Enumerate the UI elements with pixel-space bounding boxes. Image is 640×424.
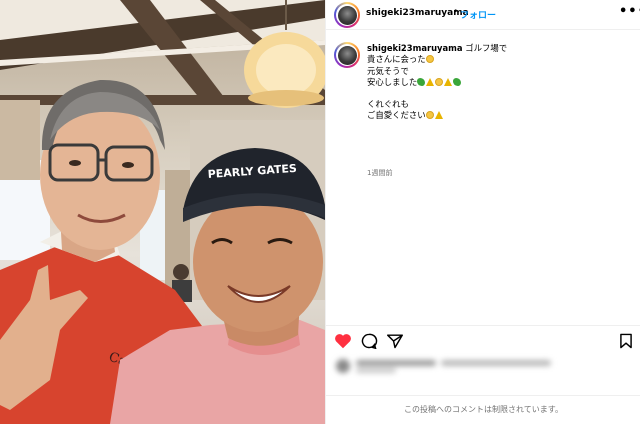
clover-emoji-icon bbox=[417, 77, 426, 86]
sparkle-emoji-icon bbox=[444, 77, 453, 86]
smile-emoji-icon bbox=[435, 77, 444, 86]
heart-filled-icon[interactable] bbox=[334, 333, 352, 349]
bookmark-icon[interactable] bbox=[618, 333, 636, 349]
blurred-likes-row bbox=[336, 357, 636, 375]
smile-emoji-icon bbox=[425, 55, 434, 64]
caption-line-2: 貴さんに会った bbox=[367, 54, 426, 65]
sparkle-emoji-icon bbox=[434, 111, 443, 120]
follow-button[interactable]: フォロー bbox=[460, 8, 496, 21]
caption-line-4: 安心しました bbox=[367, 76, 418, 87]
post-side-panel: shigeki23maruyama • フォロー ••• shigeki23ma… bbox=[325, 0, 640, 424]
post-photo[interactable]: Callaway PEARLY GATES bbox=[0, 0, 325, 424]
smile-emoji-icon bbox=[425, 111, 434, 120]
sparkle-emoji-icon bbox=[426, 77, 435, 86]
action-bar bbox=[326, 325, 640, 355]
share-icon[interactable] bbox=[386, 333, 404, 349]
avatar[interactable] bbox=[334, 2, 360, 28]
caption-line-5: くれぐれも bbox=[367, 99, 409, 110]
header-separator: • bbox=[453, 7, 459, 17]
caption-line-1: ゴルフ場で bbox=[465, 43, 508, 53]
clover-emoji-icon bbox=[453, 77, 462, 86]
comment-icon[interactable] bbox=[360, 333, 378, 350]
comments-restricted-notice: この投稿へのコメントは制限されています。 bbox=[326, 395, 640, 424]
post-header: shigeki23maruyama • フォロー ••• bbox=[326, 0, 640, 30]
caption-line-6: ご自愛ください bbox=[367, 110, 426, 121]
selfie-illustration: Callaway PEARLY GATES bbox=[0, 0, 325, 424]
more-options-icon[interactable]: ••• bbox=[619, 4, 640, 19]
caption-line-3: 元気そうで bbox=[367, 65, 409, 76]
post-timestamp[interactable]: 1週間前 bbox=[367, 168, 392, 178]
caption-text: shigeki23maruyama ゴルフ場で 貴さんに会った 元気そうで 安心… bbox=[367, 43, 632, 122]
caption-username[interactable]: shigeki23maruyama bbox=[367, 43, 463, 53]
caption-avatar[interactable] bbox=[334, 42, 360, 68]
